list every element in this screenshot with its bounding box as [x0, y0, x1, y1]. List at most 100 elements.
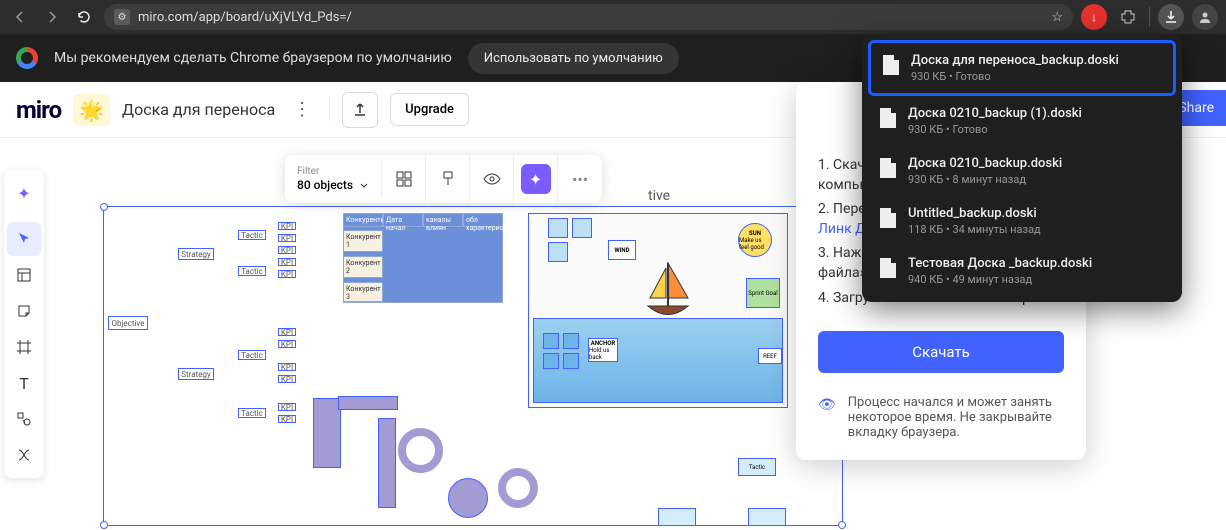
ai-sparkle-icon: ✦: [521, 164, 551, 194]
board-title[interactable]: Доска для переноса: [122, 100, 275, 119]
table-row[interactable]: Конкурент 3: [343, 282, 383, 302]
wind-sticky[interactable]: WIND: [608, 240, 636, 260]
sticky-note[interactable]: [543, 353, 559, 369]
diagram-node[interactable]: KPI: [278, 328, 296, 336]
diagram-node[interactable]: Strategy: [178, 248, 214, 260]
download-item[interactable]: Доска 0210_backup.doski 930 КБ • 8 минут…: [868, 146, 1176, 196]
download-filename: Доска 0210_backup (1).doski: [908, 106, 1164, 121]
diagram-node[interactable]: KPI: [278, 415, 296, 423]
diagram-node[interactable]: KPI: [278, 222, 296, 230]
miro-logo[interactable]: miro: [16, 96, 61, 124]
table-header[interactable]: каналы влиян: [423, 213, 463, 227]
frame-tool-icon[interactable]: [7, 330, 41, 364]
diagram-node[interactable]: Strategy: [178, 368, 214, 380]
table-row[interactable]: Конкурент 2: [343, 256, 383, 278]
resize-handle-tl[interactable]: [100, 203, 108, 211]
download-item[interactable]: Тестовая Доска _backup.doski 940 КБ • 49…: [868, 246, 1176, 296]
divider-icon: [1149, 7, 1150, 27]
sticky-note-tool-icon[interactable]: [7, 294, 41, 328]
canvas-shape[interactable]: [313, 398, 341, 468]
text-tool-icon[interactable]: T: [7, 366, 41, 400]
connector-tool-icon[interactable]: [7, 438, 41, 472]
diagram-node[interactable]: KPI: [278, 363, 296, 371]
canvas-shape[interactable]: [448, 478, 488, 518]
table-header[interactable]: Дата начал: [383, 213, 423, 227]
resize-handle-br[interactable]: [838, 521, 846, 529]
url-bar[interactable]: ⚙ miro.com/app/board/uXjVLYd_Pds=/ ☆: [104, 4, 1073, 30]
diagram-node[interactable]: KPI: [278, 270, 296, 278]
board-emoji-icon[interactable]: 🌟: [73, 94, 110, 126]
diagram-node[interactable]: KPI: [278, 246, 296, 254]
sticky-note[interactable]: [543, 333, 559, 349]
file-icon: [880, 108, 896, 128]
diagram-node[interactable]: Tactic: [238, 408, 266, 418]
sticky-note[interactable]: [563, 333, 579, 349]
divider-icon: [329, 96, 330, 124]
paint-tool-icon[interactable]: [426, 155, 470, 203]
chevron-down-icon: [359, 180, 369, 190]
selection-toolbar: Filter 80 objects ✦ •••: [285, 155, 602, 203]
diagram-node[interactable]: KPI: [278, 403, 296, 411]
flowchart-node[interactable]: Tactic: [738, 458, 776, 476]
canvas-shape[interactable]: [378, 418, 396, 508]
extensions-puzzle-icon[interactable]: [1115, 4, 1141, 30]
extension-red-icon[interactable]: ↓: [1081, 4, 1107, 30]
diagram-node[interactable]: KPI: [278, 234, 296, 242]
table-header[interactable]: обл характеристики: [463, 213, 503, 227]
sticky-note[interactable]: [548, 242, 568, 262]
nav-back-icon[interactable]: [8, 5, 32, 29]
visibility-tool-icon[interactable]: [470, 155, 514, 203]
download-meta: 930 КБ • 8 минут назад: [908, 173, 1164, 186]
download-item[interactable]: Доска для переноса_backup.doski 930 КБ •…: [868, 40, 1176, 96]
cursor-tool-icon[interactable]: [7, 222, 41, 256]
download-item[interactable]: Доска 0210_backup (1).doski 930 КБ • Гот…: [868, 96, 1176, 146]
profile-avatar-icon[interactable]: [1192, 4, 1218, 30]
nav-forward-icon[interactable]: [40, 5, 64, 29]
sailboat-icon[interactable]: [638, 258, 698, 328]
sun-sticky[interactable]: SUNMake us feel good: [738, 223, 772, 257]
flowchart-node[interactable]: [748, 508, 786, 526]
diagram-node[interactable]: Objective: [108, 316, 148, 330]
template-tool-icon[interactable]: [7, 258, 41, 292]
diagram-node[interactable]: Tactic: [238, 350, 266, 360]
diagram-node[interactable]: Tactic: [238, 266, 266, 276]
process-note-text: Процесс начался и может занять некоторое…: [848, 395, 1064, 440]
selection-filter[interactable]: Filter 80 objects: [285, 160, 382, 198]
diagram-node[interactable]: Tactic: [238, 230, 266, 240]
ai-sparkle-icon[interactable]: ✦: [7, 176, 41, 210]
upgrade-button[interactable]: Upgrade: [390, 93, 469, 126]
more-tool-icon[interactable]: •••: [558, 155, 602, 203]
downloads-dropdown: Доска для переноса_backup.doski 930 КБ •…: [862, 34, 1182, 302]
ai-selection-tool[interactable]: ✦: [514, 155, 558, 203]
download-button[interactable]: Скачать: [818, 331, 1064, 373]
sticky-note[interactable]: [572, 218, 592, 238]
canvas-shape[interactable]: [398, 428, 443, 473]
grid-tool-icon[interactable]: [382, 155, 426, 203]
anchor-sticky[interactable]: ANCHORHold us back: [588, 338, 618, 362]
star-icon[interactable]: ☆: [1051, 10, 1063, 25]
chrome-recommend-text: Мы рекомендуем сделать Chrome браузером …: [54, 50, 452, 66]
diagram-node[interactable]: KPI: [278, 375, 296, 383]
diagram-node[interactable]: KPI: [278, 258, 296, 266]
table-header[interactable]: Конкуренты: [343, 213, 383, 227]
export-button[interactable]: [342, 92, 378, 128]
reef-sticky[interactable]: REEF: [758, 348, 782, 364]
filter-value: 80 objects: [297, 178, 353, 192]
use-default-button[interactable]: Использовать по умолчанию: [468, 43, 679, 74]
sprint-goal-sticky[interactable]: Sprint Goal: [746, 278, 780, 308]
canvas-shape[interactable]: [498, 468, 538, 508]
sticky-note[interactable]: [563, 353, 579, 369]
nav-reload-icon[interactable]: [72, 5, 96, 29]
table-row[interactable]: Конкурент 1: [343, 230, 383, 252]
canvas-shape[interactable]: [338, 396, 398, 410]
shapes-tool-icon[interactable]: [7, 402, 41, 436]
sticky-note[interactable]: [548, 218, 568, 238]
flowchart-node[interactable]: [658, 508, 696, 526]
downloads-icon[interactable]: [1158, 4, 1184, 30]
resize-handle-bl[interactable]: [100, 521, 108, 529]
url-text: miro.com/app/board/uXjVLYd_Pds=/: [138, 10, 352, 25]
diagram-node[interactable]: KPI: [278, 340, 296, 348]
site-settings-icon[interactable]: ⚙: [114, 9, 130, 25]
board-menu-kebab-icon[interactable]: ⋮: [287, 99, 317, 120]
download-item[interactable]: Untitled_backup.doski 118 КБ • 34 минуты…: [868, 196, 1176, 246]
